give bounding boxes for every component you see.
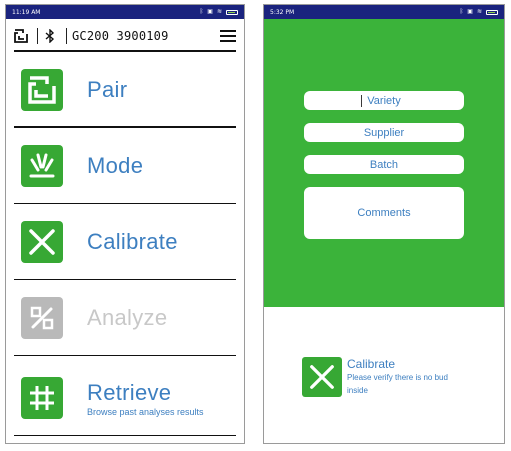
status-bar: 5:32 PM ᛒ ▣ ≋	[264, 5, 504, 19]
bluetooth-icon[interactable]	[43, 29, 57, 43]
wifi-icon: ≋	[216, 8, 222, 15]
supplier-field[interactable]: Supplier	[304, 123, 464, 142]
status-time: 5:32 PM	[270, 8, 295, 16]
menu-item-subtitle: Browse past analyses results	[87, 406, 204, 417]
wifi-icon: ≋	[476, 8, 482, 15]
menu-item-label: Retrieve	[87, 379, 172, 405]
bluetooth-icon: ᛒ	[459, 8, 464, 15]
status-icons: ᛒ ▣ ≋	[460, 9, 498, 15]
vibrate-icon: ▣	[207, 8, 213, 15]
device-label: GC200 3900109	[72, 29, 169, 43]
menu-item-label: Pair	[87, 77, 128, 102]
variety-field[interactable]: Variety	[304, 91, 464, 110]
calibrate-title: Calibrate	[347, 357, 396, 371]
mode-icon	[21, 145, 63, 187]
comments-field[interactable]: Comments	[304, 187, 464, 239]
form-panel: Variety Supplier Batch Comments	[264, 19, 504, 307]
status-time: 11:19 AM	[12, 8, 41, 16]
divider	[14, 435, 236, 436]
menu-item-pair[interactable]: Pair	[14, 52, 236, 128]
text-cursor	[361, 95, 362, 107]
divider	[14, 355, 236, 356]
bluetooth-icon: ᛒ	[199, 8, 204, 15]
calibrate-description: Please verify there is no bud inside	[347, 373, 448, 395]
comments-placeholder: Comments	[357, 207, 411, 219]
status-bar: 11:19 AM ᛒ ▣ ≋	[6, 5, 244, 19]
menu-item-analyze: Analyze	[14, 280, 236, 356]
menu-item-retrieve[interactable]: Retrieve Browse past analyses results	[14, 360, 236, 436]
menu-icon[interactable]	[220, 30, 236, 42]
status-icons: ᛒ ▣ ≋	[200, 9, 238, 15]
variety-placeholder: Variety	[367, 94, 401, 107]
supplier-placeholder: Supplier	[363, 126, 405, 139]
battery-icon	[486, 9, 498, 15]
app-logo-icon	[14, 29, 28, 43]
vibrate-icon: ▣	[467, 8, 473, 15]
battery-icon	[226, 9, 238, 15]
header-divider	[37, 28, 38, 44]
menu-item-mode[interactable]: Mode	[14, 128, 236, 204]
calibrate-icon	[21, 221, 63, 263]
batch-placeholder: Batch	[369, 158, 399, 171]
menu-item-label: Calibrate	[87, 229, 178, 254]
menu-item-label: Analyze	[87, 305, 168, 330]
retrieve-icon	[21, 377, 63, 419]
app-header: GC200 3900109	[14, 22, 236, 52]
calibrate-icon	[302, 357, 342, 397]
sample-form-screen: 5:32 PM ᛒ ▣ ≋ Variety Supplier Batch Com…	[263, 4, 505, 444]
analyze-icon	[21, 297, 63, 339]
calibrate-prompt[interactable]: Calibrate Please verify there is no bud …	[302, 357, 462, 397]
menu-item-calibrate[interactable]: Calibrate	[14, 204, 236, 280]
main-menu-screen: 11:19 AM ᛒ ▣ ≋ GC200 3900109 Pair Mode C…	[5, 4, 245, 444]
batch-field[interactable]: Batch	[304, 155, 464, 174]
pair-icon	[21, 69, 63, 111]
menu-item-label: Mode	[87, 153, 144, 178]
header-divider	[66, 28, 67, 44]
